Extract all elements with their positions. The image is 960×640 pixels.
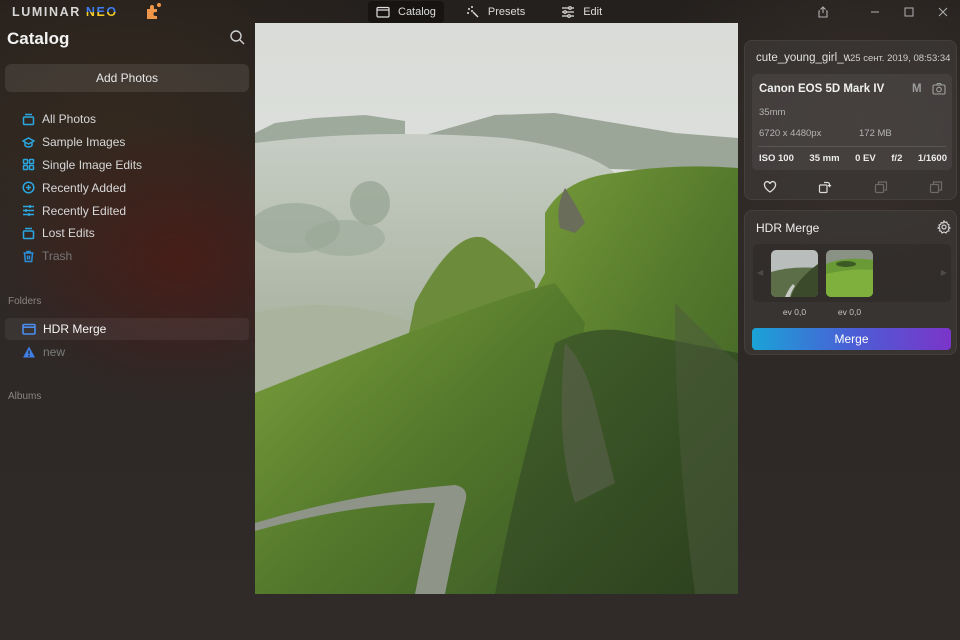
photo-info-card: cute_young_girl_wi 25 сент. 2019, 08:53:…: [744, 40, 957, 200]
hdr-merge-panel: HDR Merge ◀ ▶ ev 0,0 ev 0,0 Merge: [744, 210, 957, 355]
sidebar-item-recently-added[interactable]: Recently Added: [0, 176, 255, 199]
sidebar-item-label: Sample Images: [42, 135, 126, 150]
scroll-right-icon[interactable]: ▶: [941, 268, 947, 277]
folder-item-new[interactable]: new: [5, 341, 249, 363]
sidebar-item-label: Recently Added: [42, 180, 127, 195]
sidebar-item-recently-edited[interactable]: Recently Edited: [0, 199, 255, 222]
aperture-value: f/2: [891, 153, 903, 164]
folder-label: new: [43, 345, 66, 359]
search-icon: [230, 30, 245, 45]
sidebar: Catalog Add Photos All Photos Sample Ima…: [0, 24, 255, 640]
window-controls: [806, 0, 960, 24]
file-header: cute_young_girl_wi 25 сент. 2019, 08:53:…: [756, 52, 951, 64]
merge-button[interactable]: Merge: [752, 328, 951, 350]
catalog-list: All Photos Sample Images Single Image Ed…: [0, 108, 255, 268]
iso-value: ISO 100: [759, 153, 794, 164]
file-size: 172 MB: [859, 128, 892, 139]
photos-stack-icon: [22, 227, 35, 240]
tab-label: Edit: [583, 6, 603, 18]
title-bar: LUMINAR NEO Catalog Presets Edit: [0, 0, 960, 24]
tab-presets[interactable]: Presets: [458, 1, 533, 23]
camera-model: Canon EOS 5D Mark IV: [759, 83, 885, 95]
search-button[interactable]: [229, 29, 245, 45]
scroll-left-icon[interactable]: ◀: [757, 268, 763, 277]
folder-label: HDR Merge: [43, 322, 107, 336]
sidebar-item-trash[interactable]: Trash: [0, 245, 255, 268]
exposure-value: 0 EV: [855, 153, 876, 164]
app-logo: LUMINAR NEO: [12, 5, 118, 19]
bracket-thumbnail[interactable]: [771, 250, 818, 297]
sidebar-item-label: All Photos: [42, 112, 97, 127]
stack-icon[interactable]: [929, 180, 943, 194]
magic-wand-icon: [466, 6, 479, 18]
albums-heading: Albums: [8, 391, 42, 402]
bracket-thumbnail-strip: ◀ ▶: [753, 244, 951, 302]
tab-edit[interactable]: Edit: [553, 1, 610, 23]
sliders-icon: [562, 6, 575, 18]
capture-date: 25 сент. 2019, 08:53:34: [850, 53, 951, 64]
sliders-icon: [23, 205, 34, 217]
exposure-mode: M: [912, 83, 922, 95]
main-photo[interactable]: [255, 23, 738, 594]
folders-heading: Folders: [8, 296, 42, 307]
tab-label: Presets: [487, 6, 526, 18]
panel-title: HDR Merge: [756, 221, 820, 235]
camera-icon: [932, 82, 946, 95]
gear-icon[interactable]: [936, 219, 952, 234]
folder-icon: [22, 323, 36, 335]
sidebar-item-sample-images[interactable]: Sample Images: [0, 131, 255, 154]
image-dimensions: 6720 x 4480px: [759, 128, 822, 139]
logo-text: LUMINAR: [12, 5, 81, 19]
lens-info: 35mm: [759, 107, 786, 118]
share-button[interactable]: [806, 0, 840, 24]
heart-icon[interactable]: [763, 180, 777, 194]
rotate-copy-icon[interactable]: [818, 180, 832, 194]
trash-icon: [23, 250, 34, 262]
maximize-button[interactable]: [892, 0, 926, 24]
sidebar-item-single-image-edits[interactable]: Single Image Edits: [0, 154, 255, 177]
add-photos-button[interactable]: Add Photos: [5, 64, 249, 92]
plus-circle-icon: [22, 181, 35, 194]
stack-icon[interactable]: [874, 180, 888, 194]
landscape-image: [255, 23, 738, 594]
sidebar-item-all-photos[interactable]: All Photos: [0, 108, 255, 131]
ev-label: ev 0,0: [782, 307, 807, 317]
sidebar-item-label: Single Image Edits: [42, 157, 143, 172]
minimize-icon: [871, 11, 879, 13]
folder-item-hdr-merge[interactable]: HDR Merge: [5, 318, 249, 340]
close-icon: [938, 7, 948, 17]
minimize-button[interactable]: [858, 0, 892, 24]
sidebar-item-label: Trash: [42, 249, 73, 264]
close-button[interactable]: [926, 0, 960, 24]
puzzle-extension-icon[interactable]: [144, 2, 162, 20]
focal-length-value: 35 mm: [809, 153, 840, 164]
camera-details: Canon EOS 5D Mark IV M 35mm 6720 x 4480p…: [752, 74, 952, 170]
logo-accent: NEO: [85, 5, 118, 19]
tab-catalog[interactable]: Catalog: [368, 1, 444, 23]
grid-icon: [22, 159, 35, 171]
sidebar-item-label: Lost Edits: [42, 226, 95, 241]
shutter-value: 1/1600: [917, 153, 947, 164]
sidebar-item-label: Recently Edited: [42, 203, 127, 218]
exif-row: ISO 100 35 mm 0 EV f/2 1/1600: [759, 153, 947, 164]
ev-label: ev 0,0: [837, 307, 862, 317]
graduation-cap-icon: [22, 136, 35, 148]
photos-stack-icon: [22, 113, 35, 126]
share-icon: [818, 6, 828, 18]
divider: [758, 146, 946, 147]
maximize-icon: [904, 7, 914, 17]
photo-actions: [763, 180, 943, 194]
folder-icon: [376, 6, 390, 18]
file-name: cute_young_girl_wi: [756, 52, 850, 64]
tab-label: Catalog: [398, 6, 436, 18]
bracket-thumbnail[interactable]: [826, 250, 873, 297]
warning-icon: [23, 346, 35, 358]
sidebar-title: Catalog: [7, 29, 70, 48]
sidebar-item-lost-edits[interactable]: Lost Edits: [0, 222, 255, 245]
main-nav: Catalog Presets Edit: [368, 0, 610, 24]
